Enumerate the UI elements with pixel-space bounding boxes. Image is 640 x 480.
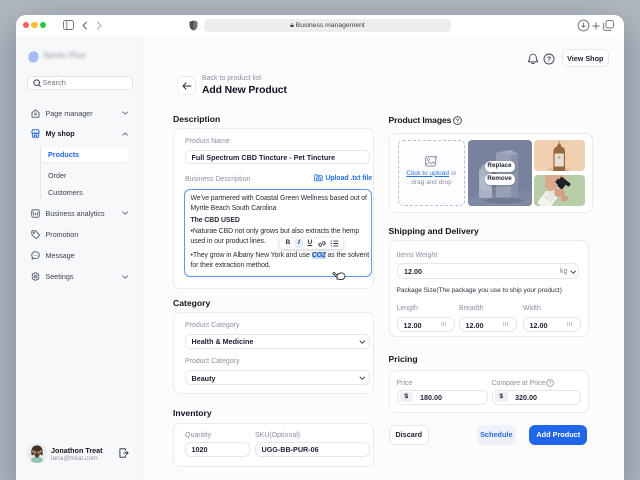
svg-text:?: ? (455, 118, 459, 124)
svg-text:?: ? (549, 381, 552, 387)
svg-text:?: ? (546, 56, 550, 63)
